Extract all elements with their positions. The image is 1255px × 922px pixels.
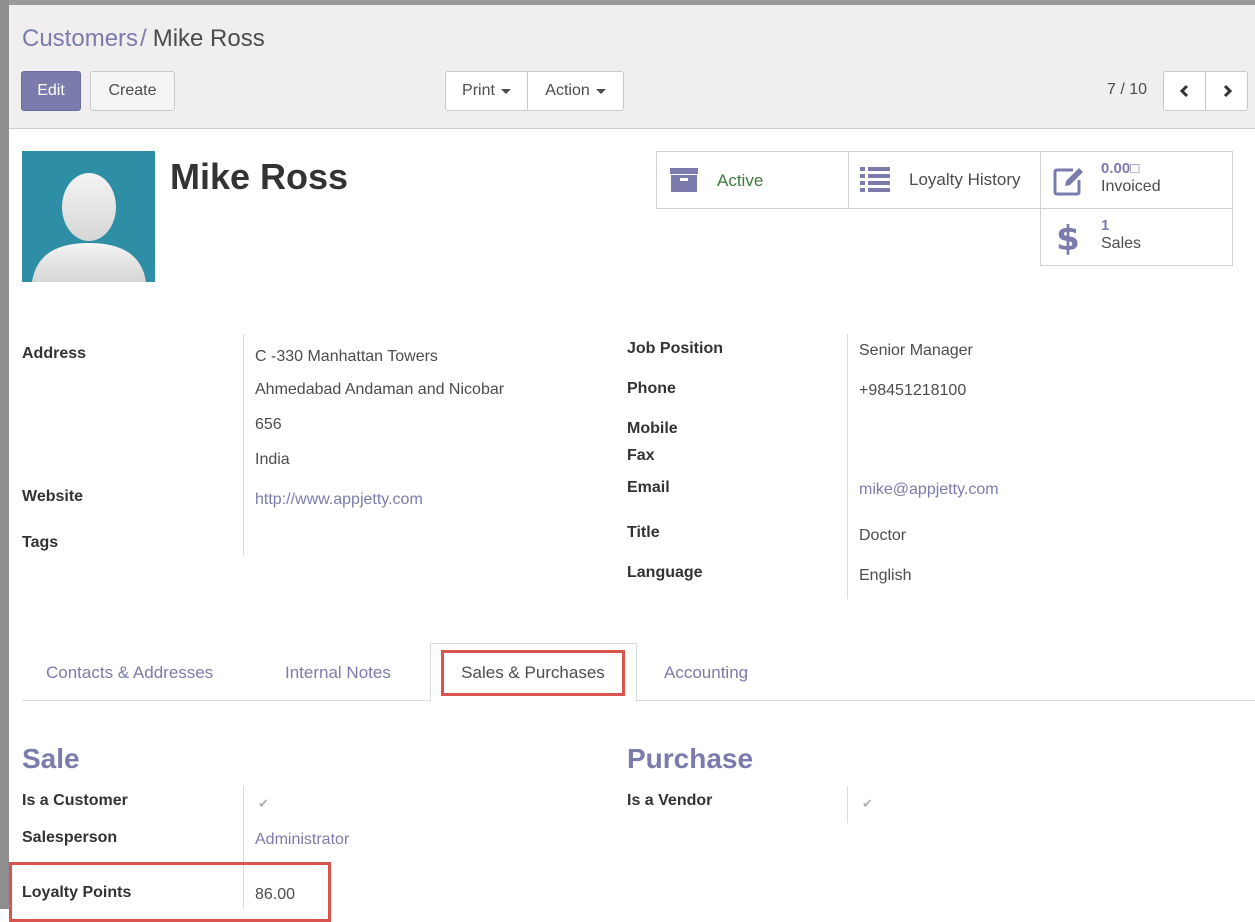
title-label: Title [627,524,660,541]
invoiced-button[interactable]: 0.00□ Invoiced [1040,151,1233,209]
tab-sales-purchases-label: Sales & Purchases [461,663,605,682]
edit-pencil-icon [1053,168,1083,196]
create-button[interactable]: Create [90,71,175,111]
breadcrumb: Customers/Mike Ross [22,25,265,53]
tab-sales-purchases-highlight: Sales & Purchases [441,650,625,696]
loyalty-history-button[interactable]: Loyalty History [848,151,1041,209]
tab-internal-notes[interactable]: Internal Notes [285,663,391,683]
is-vendor-checkbox[interactable]: ✔ [861,797,874,810]
sales-stat: 1 Sales [1101,217,1141,253]
is-customer-checkbox[interactable]: ✔ [257,797,270,810]
address-line-1: C -330 Manhattan Towers [255,348,438,365]
action-label: Action [545,82,590,99]
partner-name: Mike Ross [170,156,349,197]
breadcrumb-customers-link[interactable]: Customers [22,25,138,52]
salesperson-label: Salesperson [22,829,118,846]
tags-label: Tags [22,534,59,551]
control-panel: Customers/Mike Ross Edit Create Print Ac… [9,5,1255,129]
sales-button[interactable]: $ 1 Sales [1040,208,1233,266]
job-position-label: Job Position [627,340,723,357]
invoiced-stat: 0.00□ Invoiced [1101,160,1161,196]
svg-text:$: $ [1057,220,1079,256]
language-value: English [859,567,912,584]
caret-down-icon [595,88,606,94]
left-field-divider [243,334,244,556]
action-dropdown-button[interactable]: Action [527,71,624,111]
tab-accounting[interactable]: Accounting [664,663,748,683]
sale-section-title: Sale [22,743,80,774]
pager-next-button[interactable] [1205,71,1248,111]
purchase-field-divider [847,786,848,823]
breadcrumb-separator: / [140,25,147,52]
tab-contacts-addresses[interactable]: Contacts & Addresses [46,663,213,683]
invoiced-amount: 0.00□ [1101,160,1140,177]
print-dropdown-button[interactable]: Print [445,71,528,111]
email-link[interactable]: mike@appjetty.com [859,481,999,499]
loyalty-points-highlight [9,862,331,922]
address-line-2: Ahmedabad Andaman and Nicobar [255,381,505,398]
window-left-edge [0,0,9,909]
active-toggle-button[interactable]: Active [656,151,849,209]
right-field-divider [847,334,848,599]
is-vendor-label: Is a Vendor [627,792,713,809]
purchase-section-title: Purchase [627,743,754,774]
sales-label: Sales [1101,235,1142,252]
edit-button[interactable]: Edit [21,71,81,111]
phone-value: +98451218100 [859,382,967,399]
address-line-4: India [255,451,290,468]
is-customer-label: Is a Customer [22,792,128,809]
loyalty-history-label: Loyalty History [909,170,1021,189]
invoiced-label: Invoiced [1101,178,1161,195]
mobile-label: Mobile [627,420,678,437]
print-label: Print [462,82,495,99]
avatar[interactable] [22,151,155,282]
tab-sales-purchases[interactable]: Sales & Purchases [430,643,637,702]
sales-count: 1 [1101,217,1110,234]
chevron-right-icon [1223,84,1232,98]
active-label: Active [717,171,764,190]
language-label: Language [627,564,703,581]
salesperson-link[interactable]: Administrator [255,831,349,849]
tabs-underline [22,700,1255,701]
phone-label: Phone [627,380,676,397]
person-placeholder-icon [32,173,146,282]
breadcrumb-current: Mike Ross [152,25,265,52]
address-line-3: 656 [255,416,282,433]
fax-label: Fax [627,447,655,464]
archive-icon [670,168,698,192]
email-label: Email [627,479,670,496]
create-button-label: Create [108,82,157,99]
title-value: Doctor [859,527,907,544]
website-link[interactable]: http://www.appjetty.com [255,491,423,509]
address-label: Address [22,345,87,362]
dollar-icon: $ [1057,220,1079,256]
website-label: Website [22,488,84,505]
pager-previous-button[interactable] [1163,71,1206,111]
list-icon [860,167,890,192]
edit-button-label: Edit [37,82,65,99]
job-position-value: Senior Manager [859,342,973,359]
chevron-left-icon [1179,84,1188,98]
caret-down-icon [500,88,511,94]
pager-value[interactable]: 7 / 10 [1107,81,1147,99]
